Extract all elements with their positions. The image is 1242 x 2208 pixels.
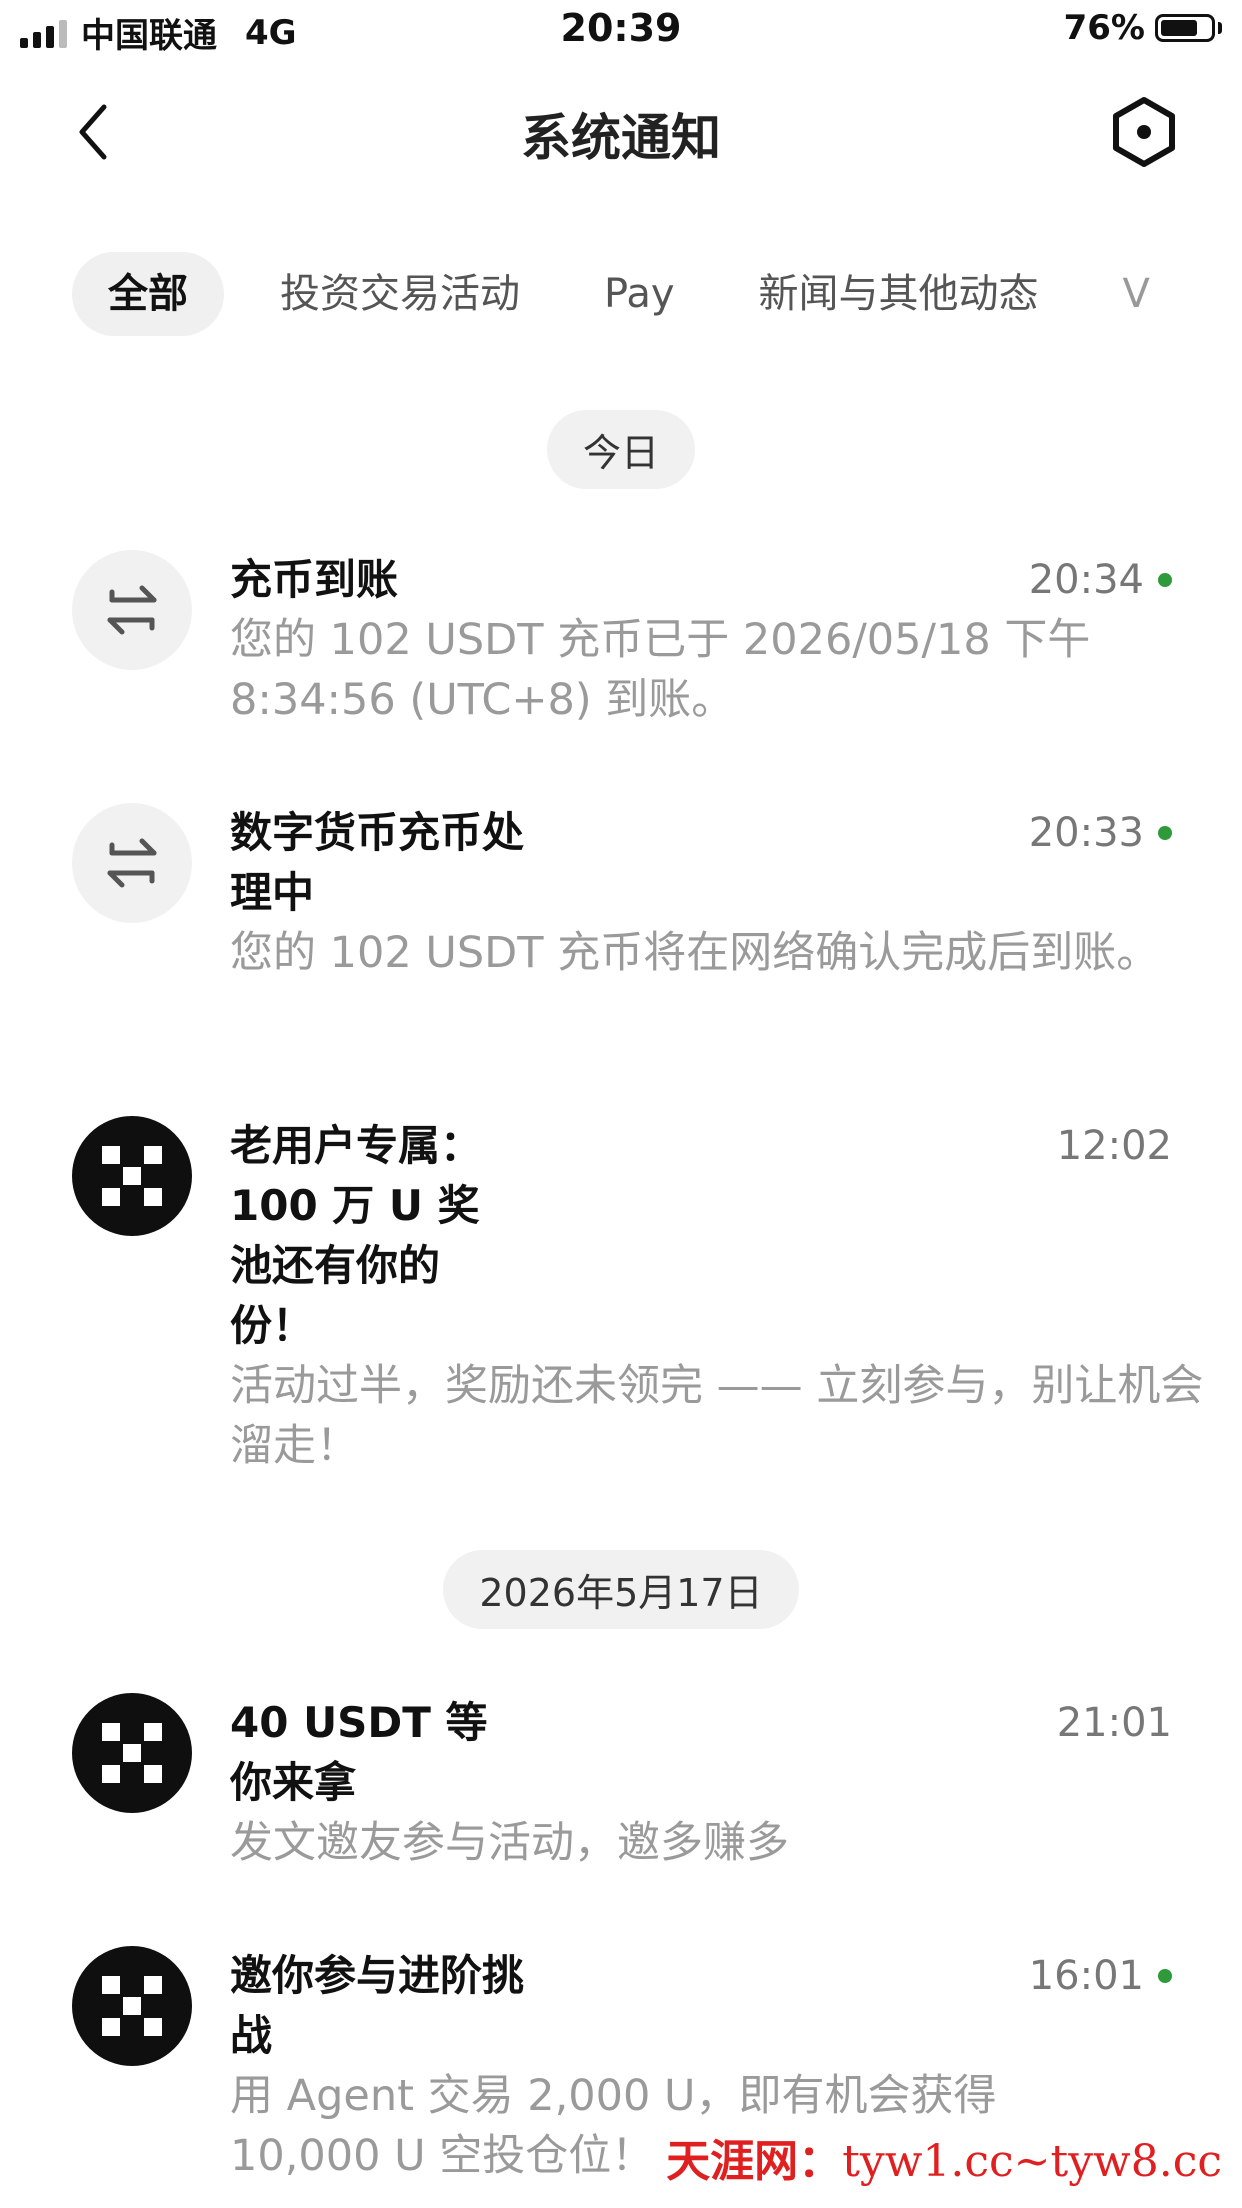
date-separator-may17: 2026年5月17日 <box>0 1550 1242 1629</box>
notification-title: 老用户专属：100 万 U 奖池还有你的份！ <box>230 1121 483 1350</box>
okx-logo-icon <box>102 1723 162 1783</box>
unread-dot <box>1158 826 1172 840</box>
notification-item[interactable]: 充币到账 20:34 您的 102 USDT 充币已于 2026/05/18 下… <box>72 550 1172 730</box>
notification-time: 16:01 <box>1029 1946 1172 2006</box>
time-text: 20:34 <box>1028 557 1144 603</box>
tab-clipped[interactable]: V <box>1095 252 1178 336</box>
notification-time: 20:34 <box>1029 550 1172 610</box>
battery-percent: 76% <box>1063 8 1145 48</box>
notification-avatar <box>72 1946 192 2066</box>
category-tabs: 全部 投资交易活动 Pay 新闻与其他动态 V <box>72 252 1206 336</box>
watermark-site: 天涯网： <box>666 2136 843 2187</box>
notification-avatar <box>72 803 192 923</box>
status-bar: 中国联通 4G 20:39 76% <box>0 0 1242 62</box>
unread-dot <box>1158 1969 1172 1983</box>
date-label: 今日 <box>546 410 695 489</box>
notification-avatar <box>72 1693 192 1813</box>
notification-title: 充币到账 <box>230 555 399 604</box>
notification-time: 12:02 <box>1057 1116 1172 1176</box>
date-label: 2026年5月17日 <box>443 1550 799 1629</box>
okx-logo-icon <box>102 1976 162 2036</box>
notification-item[interactable]: 40 USDT 等你来拿 21:01 发文邀友参与活动，邀多赚多 <box>72 1693 1172 1873</box>
time-text: 21:01 <box>1056 1700 1172 1746</box>
date-separator-today: 今日 <box>0 410 1242 489</box>
watermark-url: tyw1.cc~tyw8.cc <box>842 2136 1222 2187</box>
notification-time: 20:33 <box>1029 803 1172 863</box>
unread-dot <box>1158 573 1172 587</box>
notification-body: 您的 102 USDT 充币已于 2026/05/18 下午 8:34:56 (… <box>230 615 1091 725</box>
notification-avatar <box>72 550 192 670</box>
notification-title: 数字货币充币处理中 <box>230 808 525 917</box>
okx-logo-icon <box>102 1146 162 1206</box>
settings-button[interactable] <box>1106 94 1182 170</box>
notification-body: 活动过半，奖励还未领完 —— 立刻参与，别让机会溜走！ <box>230 1361 1204 1471</box>
tab-news[interactable]: 新闻与其他动态 <box>731 252 1067 336</box>
battery-icon <box>1155 14 1215 42</box>
notification-item[interactable]: 数字货币充币处理中 20:33 您的 102 USDT 充币将在网络确认完成后到… <box>72 803 1172 1043</box>
battery-fill <box>1161 20 1197 36</box>
notification-body: 发文邀友参与活动，邀多赚多 <box>230 1818 789 1868</box>
time-text: 12:02 <box>1056 1123 1172 1169</box>
nav-header: 系统通知 <box>0 62 1242 192</box>
notification-avatar <box>72 1116 192 1236</box>
notification-title: 40 USDT 等你来拿 <box>230 1698 488 1807</box>
hexagon-settings-icon <box>1113 97 1175 167</box>
page-title: 系统通知 <box>521 109 721 167</box>
time-text: 20:33 <box>1028 810 1144 856</box>
tab-trading-activity[interactable]: 投资交易活动 <box>252 252 548 336</box>
notification-time: 21:01 <box>1057 1693 1172 1753</box>
notification-body: 您的 102 USDT 充币将在网络确认完成后到账。 <box>230 928 1160 978</box>
tab-all[interactable]: 全部 <box>72 252 224 336</box>
tab-pay[interactable]: Pay <box>576 252 703 336</box>
notification-title: 邀你参与进阶挑战 <box>230 1951 525 2060</box>
transfer-arrows-icon <box>107 838 157 888</box>
transfer-arrows-icon <box>107 585 157 635</box>
time-text: 16:01 <box>1028 1953 1144 1999</box>
watermark: 天涯网：tyw1.cc~tyw8.cc <box>666 2125 1222 2189</box>
status-right: 76% <box>1064 8 1222 48</box>
notification-item[interactable]: 老用户专属：100 万 U 奖池还有你的份！ 12:02 活动过半，奖励还未领完… <box>72 1116 1203 1476</box>
clock: 20:39 <box>560 6 682 50</box>
battery-cap <box>1218 22 1222 34</box>
